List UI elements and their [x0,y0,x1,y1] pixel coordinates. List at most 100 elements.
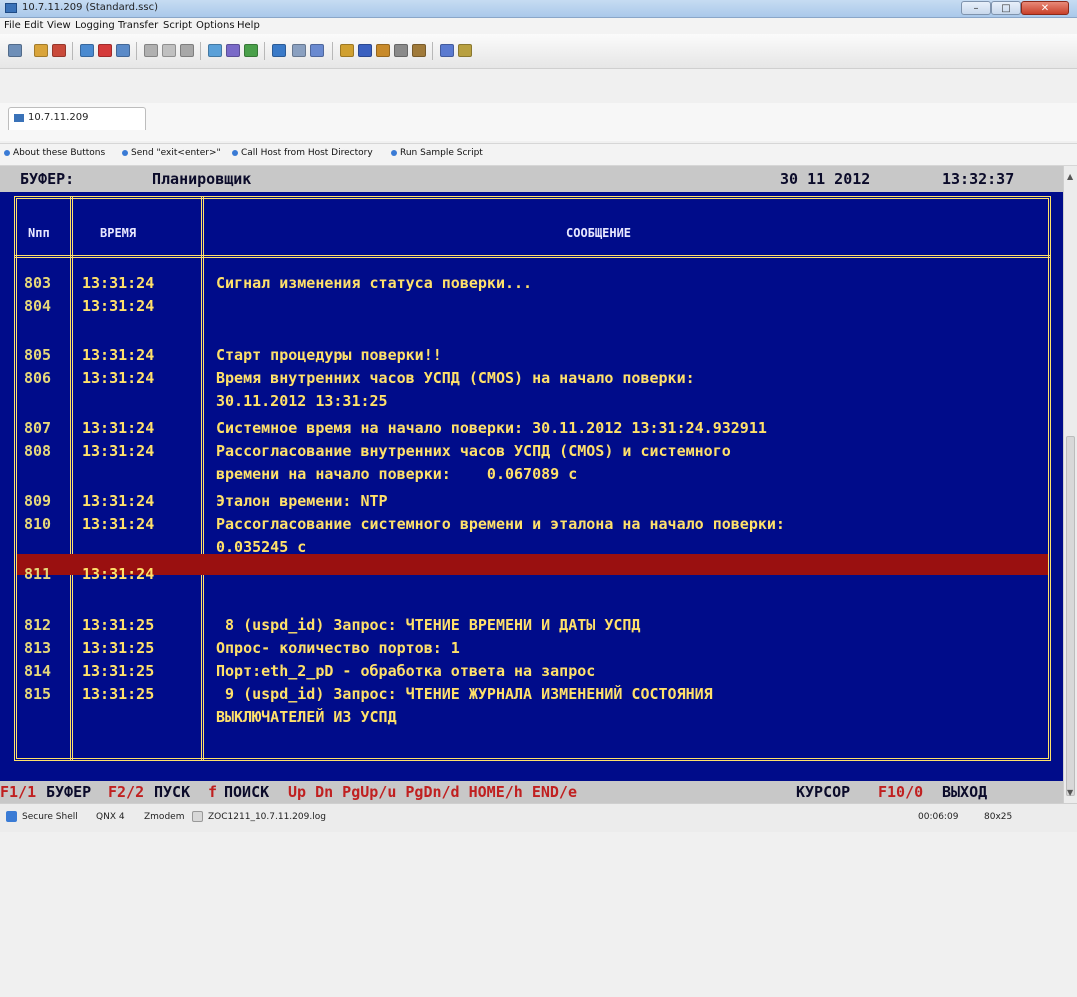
call-host-button[interactable]: Call Host from Host Directory [232,148,373,158]
row-number: 808 [24,442,52,460]
menu-options[interactable]: Options [196,20,235,31]
row-time: 13:31:25 [82,685,155,703]
menu-edit[interactable]: Edit [24,20,43,31]
button-label: Run Sample Script [400,148,483,158]
status-os: QNX 4 [96,812,125,822]
row-message: Сигнал изменения статуса поверки... [216,274,533,292]
fkey-exit-label: ВЫХОД [942,783,988,801]
row-time: 13:31:24 [82,274,155,292]
fkey-cursor-keys[interactable]: Up Dn PgUp/u PgDn/d HOME/h END/e [288,783,577,801]
row-message: Рассогласование системного времени и эта… [216,515,785,533]
terminal-header: БУФЕР: Планировщик 30 11 2012 13:32:37 [0,166,1063,192]
row-time: 13:31:24 [82,442,155,460]
about-buttons-button[interactable]: About these Buttons [4,148,105,158]
menu-bar: File Edit View Logging Transfer Script O… [0,18,1077,34]
toolbar-divider [264,42,265,60]
quick-connect-icon[interactable] [52,44,66,57]
app-icon[interactable] [5,3,17,13]
row-number: 809 [24,492,52,510]
function-key-bar: F1/1 БУФЕР F2/2 ПУСК f ПОИСК Up Dn PgUp/… [0,781,1063,803]
stop-script-icon[interactable] [292,44,306,57]
row-time: 13:31:24 [82,297,155,315]
close-button[interactable]: ✕ [1021,1,1069,15]
toolbar [0,34,1077,69]
copy-icon[interactable] [144,44,158,57]
row-message: Эталон времени: NTP [216,492,388,510]
row-time: 13:31:24 [82,419,155,437]
row-time: 13:31:24 [82,346,155,364]
row-message: 0.035245 с [216,538,307,556]
row-message: Системное время на начало поверки: 30.11… [216,419,767,437]
column-header-time: ВРЕМЯ [100,226,137,240]
row-message: 8 (uspd_id) Запрос: ЧТЕНИЕ ВРЕМЕНИ И ДАТ… [216,616,641,634]
row-message: 9 (uspd_id) Запрос: ЧТЕНИЕ ЖУРНАЛА ИЗМЕН… [216,685,713,703]
print-icon[interactable] [180,44,194,57]
header-divider [14,255,1051,258]
receive-file-icon[interactable] [226,44,240,57]
row-number: 804 [24,297,52,315]
maximize-icon: □ [1001,3,1011,14]
button-dot-icon [391,149,397,156]
row-number: 803 [24,274,52,292]
session-profile-icon[interactable] [116,44,130,57]
options-icon[interactable] [376,44,390,57]
scroll-thumb[interactable] [1066,436,1075,796]
row-message: 30.11.2012 13:31:25 [216,392,388,410]
keyboard-icon[interactable] [394,44,408,57]
secure-shell-icon [6,811,17,822]
new-session-icon[interactable] [80,44,94,57]
maximize-button[interactable]: □ [991,1,1021,15]
tab-host-icon [14,114,24,122]
transfer-icon[interactable] [244,44,258,57]
menu-view[interactable]: View [47,20,71,31]
tab-session[interactable]: 10.7.11.209 [8,107,146,130]
menu-script[interactable]: Script [163,20,192,31]
row-message: Опрос- количество портов: 1 [216,639,460,657]
status-bar: Secure Shell QNX 4 Zmodem ZOC1211_10.7.1… [0,803,1077,832]
minimize-button[interactable]: – [961,1,991,15]
send-exit-button[interactable]: Send "exit<enter>" [122,148,221,158]
paste-icon[interactable] [162,44,176,57]
toolbar-divider [72,42,73,60]
menu-help[interactable]: Help [237,20,260,31]
run-sample-script-button[interactable]: Run Sample Script [391,148,483,158]
tab-label: 10.7.11.209 [28,112,89,123]
row-number: 805 [24,346,52,364]
menu-logging[interactable]: Logging [75,20,115,31]
menu-file[interactable]: File [4,20,21,31]
row-number: 815 [24,685,52,703]
disconnect-icon[interactable] [98,44,112,57]
row-number: 812 [24,616,52,634]
button-dot-icon [122,149,128,156]
font-icon[interactable] [440,44,454,57]
row-message: ВЫКЛЮЧАТЕЛЕЙ ИЗ УСПД [216,708,397,726]
column-header-message: СООБЩЕНИЕ [566,226,632,240]
help-icon[interactable] [458,44,472,57]
vertical-scrollbar[interactable]: ▲ ▼ [1063,166,1077,803]
close-icon: ✕ [1040,3,1050,14]
run-script-icon[interactable] [272,44,286,57]
window-title: 10.7.11.209 (Standard.ssc) [22,2,159,13]
find-icon[interactable] [358,44,372,57]
scroll-down-icon[interactable]: ▼ [1067,788,1073,797]
row-message: времени на начало поверки: 0.067089 с [216,465,578,483]
fkey-exit-key[interactable]: F10/0 [878,783,923,801]
terminal-screen[interactable]: БУФЕР: Планировщик 30 11 2012 13:32:37 N… [0,166,1063,803]
scroll-up-icon[interactable]: ▲ [1067,172,1073,181]
logfile-icon [192,811,203,822]
menu-transfer[interactable]: Transfer [118,20,158,31]
toolbar-divider [200,42,201,60]
button-label: About these Buttons [13,148,106,158]
edit-script-icon[interactable] [310,44,324,57]
row-number: 813 [24,639,52,657]
settings-icon[interactable] [412,44,426,57]
send-file-icon[interactable] [208,44,222,57]
row-time: 13:31:24 [82,515,155,533]
fkey-buffer-key[interactable]: F1/1 [0,783,36,801]
log-icon[interactable] [340,44,354,57]
row-time: 13:31:24 [82,369,155,387]
fkey-start-key[interactable]: F2/2 [108,783,144,801]
host-directory-icon[interactable] [34,44,48,57]
fkey-search-key[interactable]: f [208,783,217,801]
connect-icon[interactable] [8,44,22,57]
